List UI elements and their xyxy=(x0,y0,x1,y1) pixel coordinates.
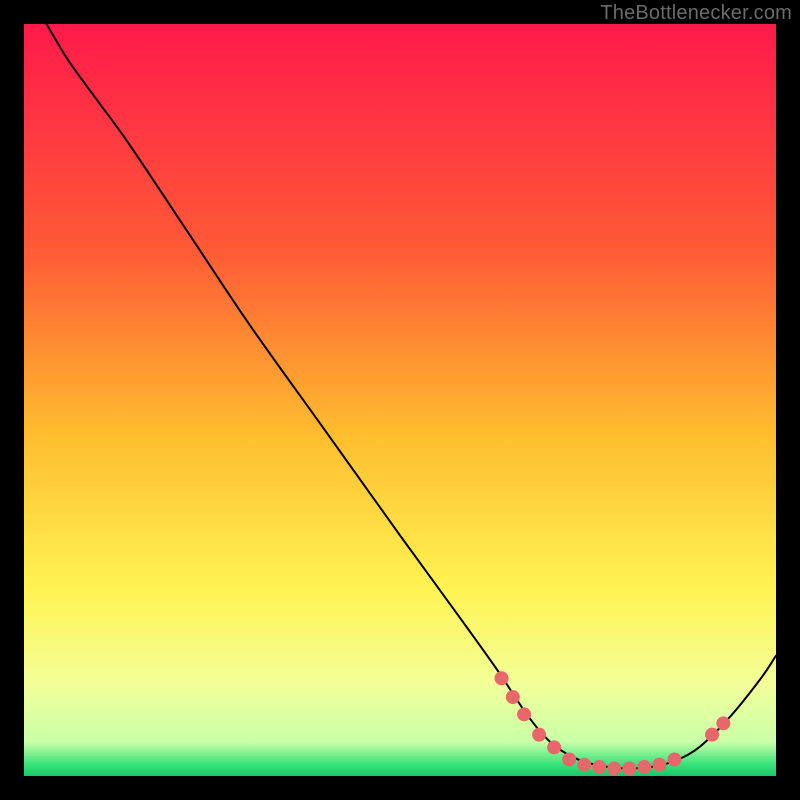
marker-dot xyxy=(607,761,621,775)
marker-dot xyxy=(495,671,509,685)
marker-dot xyxy=(652,758,666,772)
plot-area xyxy=(24,24,776,776)
branding-label: TheBottlenecker.com xyxy=(600,2,792,25)
marker-dot xyxy=(667,752,681,766)
chart-svg xyxy=(24,24,776,776)
marker-dot xyxy=(716,716,730,730)
chart-background xyxy=(24,24,776,776)
marker-dot xyxy=(637,760,651,774)
marker-dot xyxy=(517,707,531,721)
marker-dot xyxy=(592,760,606,774)
marker-dot xyxy=(532,728,546,742)
marker-dot xyxy=(547,740,561,754)
marker-dot xyxy=(622,761,636,775)
marker-dot xyxy=(506,690,520,704)
marker-dot xyxy=(562,752,576,766)
svg-wrap xyxy=(24,24,776,776)
marker-dot xyxy=(577,758,591,772)
marker-dot xyxy=(705,728,719,742)
chart-stage: TheBottlenecker.com xyxy=(0,0,800,800)
